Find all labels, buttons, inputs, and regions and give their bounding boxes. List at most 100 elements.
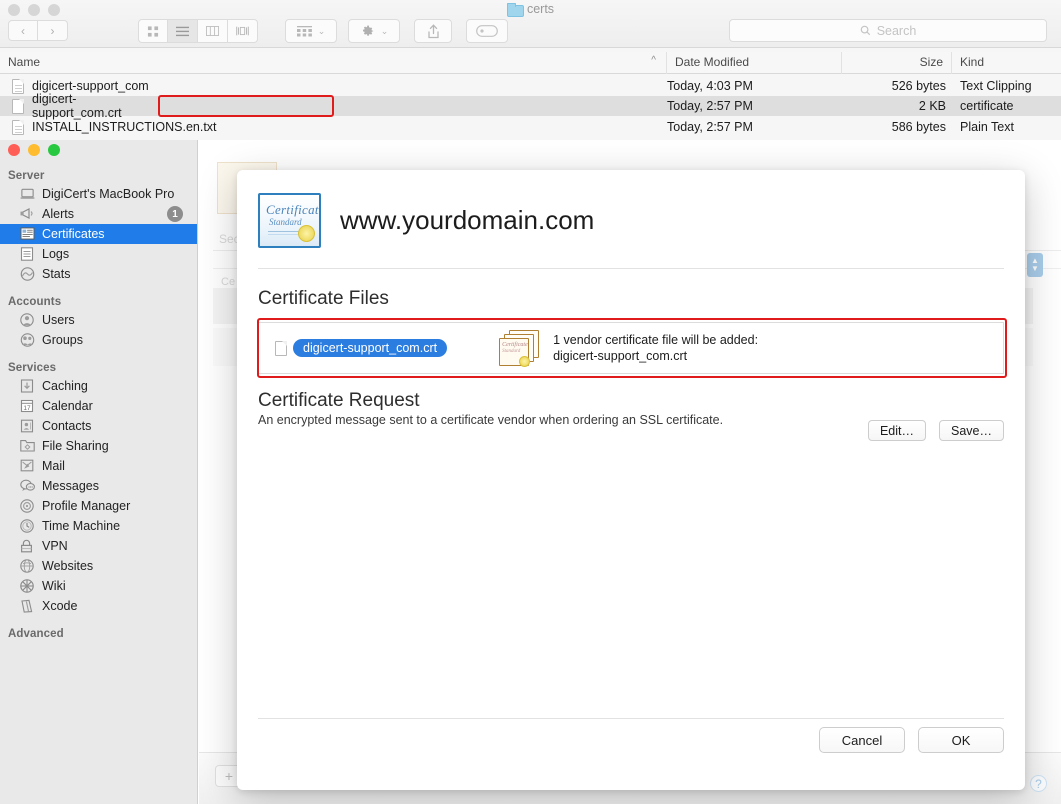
document-icon xyxy=(275,341,287,356)
column-header-name[interactable]: Name xyxy=(0,52,140,74)
sidebar-item-messages[interactable]: Messages xyxy=(0,476,197,496)
screen: ‹ › certs xyxy=(0,0,1061,804)
cancel-button[interactable]: Cancel xyxy=(819,727,905,753)
globe-icon xyxy=(20,559,35,573)
sidebar-item-groups[interactable]: Groups xyxy=(0,330,197,350)
sidebar-item-vpn[interactable]: VPN xyxy=(0,536,197,556)
file-sharing-icon xyxy=(20,439,35,453)
view-mode-segmented-control[interactable] xyxy=(138,19,258,43)
file-date-modified: Today, 4:03 PM xyxy=(667,79,842,93)
profile-manager-icon xyxy=(20,499,35,513)
file-kind: certificate xyxy=(946,99,1056,113)
share-icon[interactable] xyxy=(414,19,452,43)
search-placeholder: Search xyxy=(877,24,917,38)
arrange-icon[interactable]: ⌄ xyxy=(285,19,337,43)
sidebar-item-label: Wiki xyxy=(42,579,66,593)
sidebar-item-label: Certificates xyxy=(42,227,105,241)
certificate-files-message: 1 vendor certificate file will be added:… xyxy=(553,332,758,364)
sidebar-item-caching[interactable]: Caching xyxy=(0,376,197,396)
gear-icon[interactable]: ⌄ xyxy=(348,19,400,43)
sidebar-item-xcode[interactable]: Xcode xyxy=(0,596,197,616)
tag-icon[interactable] xyxy=(466,19,508,43)
mail-icon xyxy=(20,459,35,473)
sidebar-item-label: Xcode xyxy=(42,599,77,613)
file-date-modified: Today, 2:57 PM xyxy=(667,99,842,113)
messages-icon xyxy=(20,479,35,493)
sidebar-item-label: VPN xyxy=(42,539,68,553)
user-icon xyxy=(20,313,35,327)
table-row[interactable]: INSTALL_INSTRUCTIONS.en.txt Today, 2:57 … xyxy=(0,117,1061,137)
dialog-header: Certificate Standard www.yourdomain.com xyxy=(258,193,594,248)
vpn-lock-icon xyxy=(20,539,35,553)
finder-title-text: certs xyxy=(527,2,554,16)
certificate-files-message-line2: digicert-support_com.crt xyxy=(553,348,758,364)
sidebar-item-label: Logs xyxy=(42,247,69,261)
grid-view-icon[interactable] xyxy=(138,19,168,43)
column-view-icon[interactable] xyxy=(198,19,228,43)
contacts-icon xyxy=(20,419,35,433)
server-traffic-lights[interactable] xyxy=(8,144,60,156)
sidebar-item-alerts[interactable]: Alerts 1 xyxy=(0,204,197,224)
table-row[interactable]: digicert-support_com.crt Today, 2:57 PM … xyxy=(0,96,1061,116)
sidebar-item-macbook-pro[interactable]: DigiCert's MacBook Pro xyxy=(0,184,197,204)
time-machine-icon xyxy=(20,519,35,533)
ok-button[interactable]: OK xyxy=(918,727,1004,753)
zoom-button[interactable] xyxy=(48,144,60,156)
groups-icon xyxy=(20,333,35,347)
edit-button[interactable]: Edit… xyxy=(868,420,926,441)
tags-button[interactable] xyxy=(466,19,508,43)
certificate-file-token[interactable]: digicert-support_com.crt xyxy=(275,339,447,357)
column-header-kind[interactable]: Kind xyxy=(951,52,1061,74)
sidebar-item-websites[interactable]: Websites xyxy=(0,556,197,576)
file-kind: Text Clipping xyxy=(946,79,1056,93)
sidebar-item-time-machine[interactable]: Time Machine xyxy=(0,516,197,536)
sidebar-item-wiki[interactable]: Wiki xyxy=(0,576,197,596)
file-kind: Plain Text xyxy=(946,120,1056,134)
section-title-certificate-request: Certificate Request xyxy=(258,390,420,412)
sidebar-item-label: Time Machine xyxy=(42,519,120,533)
finder-nav-buttons[interactable]: ‹ › xyxy=(8,20,68,41)
close-button[interactable] xyxy=(8,144,20,156)
sidebar-item-logs[interactable]: Logs xyxy=(0,244,197,264)
action-button[interactable]: ⌄ xyxy=(348,19,400,43)
coverflow-view-icon[interactable] xyxy=(228,19,258,43)
sidebar-item-label: Mail xyxy=(42,459,65,473)
certificate-icon-text-1: Certificate xyxy=(266,202,321,218)
help-button[interactable]: ? xyxy=(1030,775,1047,792)
search-input[interactable]: Search xyxy=(729,19,1047,42)
calendar-icon: 17 xyxy=(20,399,35,413)
sidebar-item-file-sharing[interactable]: File Sharing xyxy=(0,436,197,456)
column-header-date-modified[interactable]: Date Modified xyxy=(666,52,841,74)
svg-text:17: 17 xyxy=(23,405,31,412)
stats-icon xyxy=(20,267,35,281)
minimize-button[interactable] xyxy=(28,144,40,156)
sidebar-item-label: Messages xyxy=(42,479,99,493)
sidebar-section-advanced: Advanced xyxy=(0,616,197,642)
stepper-down-icon[interactable]: ▼ xyxy=(1031,265,1039,273)
sort-indicator: ^ xyxy=(140,52,666,74)
sidebar-item-stats[interactable]: Stats xyxy=(0,264,197,284)
sidebar-item-label: Calendar xyxy=(42,399,93,413)
save-button[interactable]: Save… xyxy=(939,420,1004,441)
forward-button[interactable]: › xyxy=(38,20,68,41)
certificate-icon-text-2: Standard xyxy=(269,217,302,227)
sidebar-item-profile-manager[interactable]: Profile Manager xyxy=(0,496,197,516)
laptop-icon xyxy=(20,187,35,201)
list-view-icon[interactable] xyxy=(168,19,198,43)
sidebar-item-calendar[interactable]: 17 Calendar xyxy=(0,396,197,416)
file-size: 2 KB xyxy=(842,99,946,113)
sidebar-item-certificates[interactable]: Certificates xyxy=(0,224,197,244)
arrange-button[interactable]: ⌄ xyxy=(285,19,337,43)
certificate-stack-icon: Certificate Standard xyxy=(499,330,539,366)
sidebar-item-users[interactable]: Users xyxy=(0,310,197,330)
sidebar-item-label: Users xyxy=(42,313,75,327)
column-header-size[interactable]: Size xyxy=(841,52,951,74)
sidebar-item-mail[interactable]: Mail xyxy=(0,456,197,476)
certificate-files-dropzone[interactable]: digicert-support_com.crt Certificate Sta… xyxy=(258,322,1004,374)
stepper-control[interactable]: ▲ ▼ xyxy=(1027,253,1043,277)
certificate-dialog: Certificate Standard www.yourdomain.com … xyxy=(237,170,1025,790)
share-button[interactable] xyxy=(414,19,452,43)
sidebar-item-contacts[interactable]: Contacts xyxy=(0,416,197,436)
background-label-cert: Ce xyxy=(221,276,235,288)
back-button[interactable]: ‹ xyxy=(8,20,38,41)
